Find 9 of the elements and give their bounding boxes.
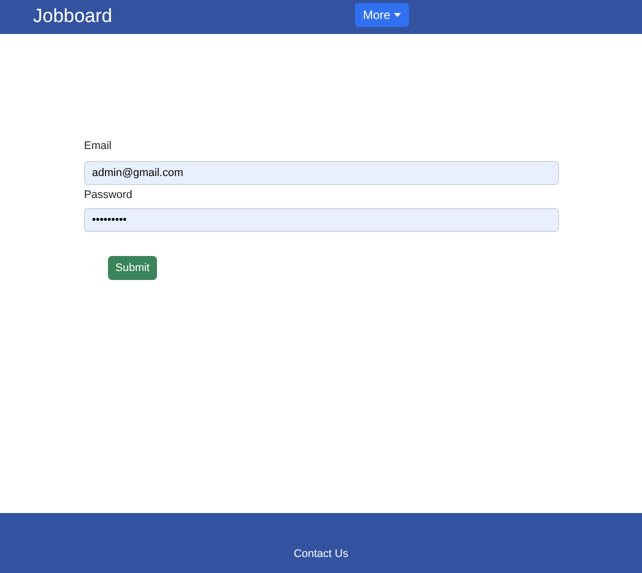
input-field[interactable]: ••••••••• xyxy=(84,208,559,232)
more-dropdown-button[interactable]: More xyxy=(355,3,410,27)
brand-title[interactable]: Jobboard xyxy=(33,2,112,32)
input-field[interactable]: admin@gmail.com xyxy=(84,160,559,184)
caret-icon xyxy=(394,13,402,17)
field-label: Email xyxy=(84,139,113,154)
field-label: Password xyxy=(84,188,134,202)
contact-link[interactable]: Contact Us xyxy=(294,546,348,562)
submit-button[interactable]: Submit xyxy=(108,256,157,280)
